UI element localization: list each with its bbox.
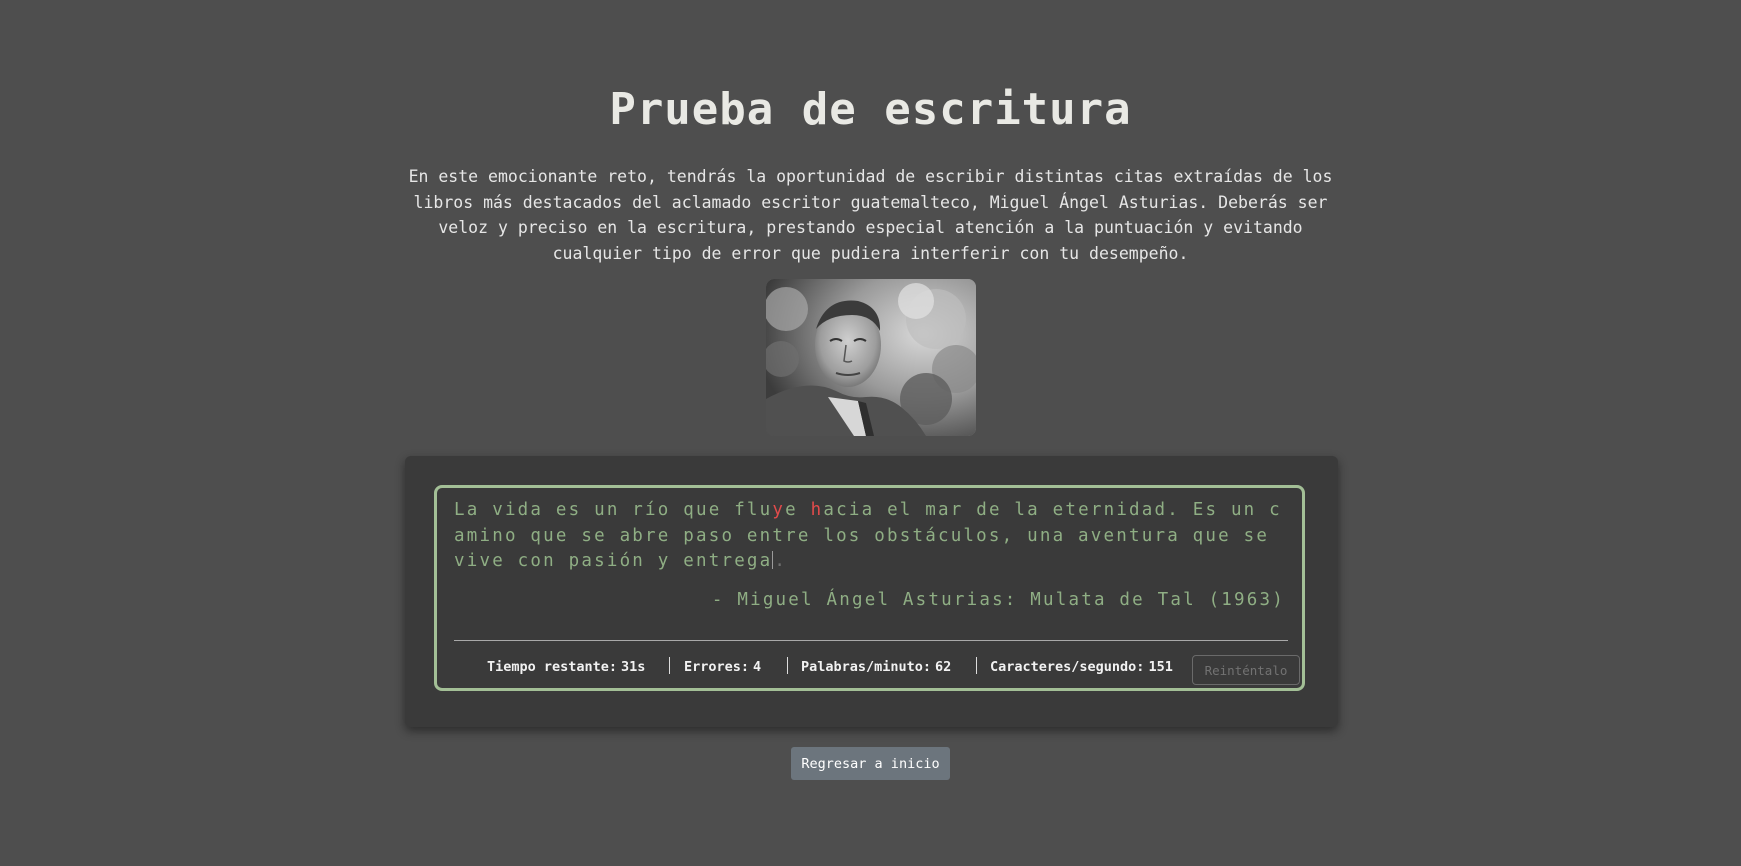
remaining-text: .	[774, 551, 785, 571]
stat-value: 151	[1148, 659, 1173, 675]
retry-button[interactable]: Reinténtalo	[1192, 655, 1300, 685]
stat-value: 31s	[621, 659, 646, 675]
stat-errors: Errores: 4	[684, 652, 761, 682]
typed-text-correct: e	[785, 500, 811, 520]
back-to-home-button[interactable]: Regresar a inicio	[791, 747, 950, 780]
stat-label: Tiempo restante:	[487, 659, 618, 675]
typing-test-page: Prueba de escritura En este emocionante …	[0, 0, 1741, 866]
stat-separator	[787, 657, 788, 674]
stat-value: 62	[935, 659, 952, 675]
typing-area[interactable]: La vida es un río que fluye hacia el mar…	[434, 485, 1305, 691]
stat-time-remaining: Tiempo restante: 31s	[487, 652, 645, 682]
stat-chars-per-second: Caracteres/segundo: 151	[990, 652, 1173, 682]
stat-label: Palabras/minuto:	[801, 659, 932, 675]
stat-label: Errores:	[684, 659, 750, 675]
intro-text: En este emocionante reto, tendrás la opo…	[408, 167, 1333, 263]
typing-card: La vida es un río que fluye hacia el mar…	[405, 456, 1338, 727]
stat-label: Caracteres/segundo:	[990, 659, 1145, 675]
stat-words-per-minute: Palabras/minuto: 62	[801, 652, 951, 682]
page-title: Prueba de escritura	[609, 84, 1132, 135]
stats-bar: Tiempo restante: 31s Errores: 4 Palabras/m…	[454, 652, 1288, 682]
stat-separator	[976, 657, 977, 674]
stat-separator	[669, 657, 670, 674]
typed-char-error: h	[810, 500, 824, 520]
divider	[454, 640, 1288, 641]
typed-text-correct: La vida es un río que flu	[454, 500, 773, 520]
typed-char-error: y	[772, 500, 786, 520]
author-portrait	[766, 279, 976, 436]
quote-text: La vida es un río que fluye hacia el mar…	[454, 498, 1292, 575]
quote-attribution: - Miguel Ángel Asturias: Mulata de Tal (…	[711, 590, 1285, 610]
stat-value: 4	[753, 659, 762, 675]
